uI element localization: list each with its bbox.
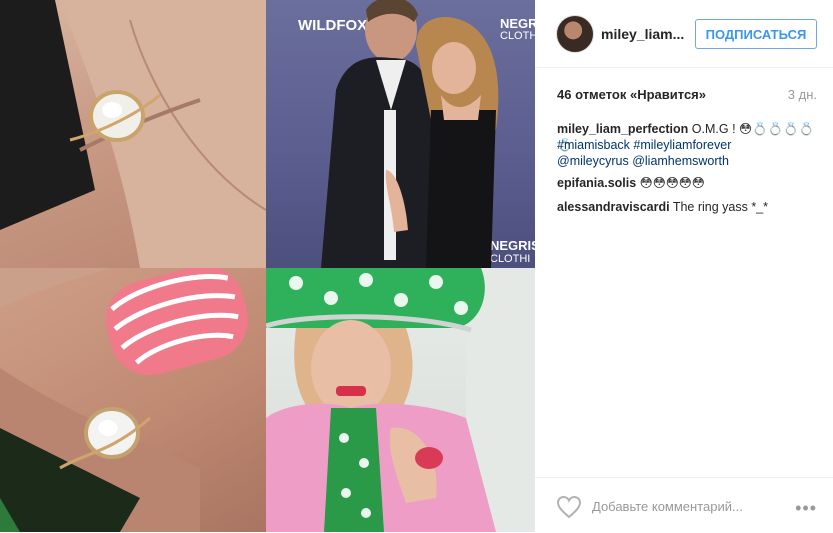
- likes-count[interactable]: 46 отметок «Нравится»: [557, 87, 706, 102]
- photo-couple-red-carpet: WILDFOX NEGRIS CLOTHI NEGRIS CLOTHI: [266, 0, 535, 268]
- heart-icon[interactable]: [556, 495, 582, 519]
- photo-ring-closeup-top: [0, 0, 266, 268]
- username-link[interactable]: miley_liam...: [601, 26, 684, 42]
- caption-mentions[interactable]: @mileycyrus @liamhemsworth: [557, 153, 819, 169]
- comment-username[interactable]: alessandraviscardi: [557, 200, 670, 214]
- post-footer: Добавьте комментарий... •••: [535, 477, 833, 533]
- comment-text: The ring yass *_*: [669, 200, 769, 214]
- comment-text: 😳😳😳😳😳: [636, 176, 705, 190]
- couple-illustration: [321, 0, 499, 268]
- comment-row: alessandraviscardi The ring yass *_*: [557, 199, 819, 215]
- post-sidebar: miley_liam... ПОДПИСАТЬСЯ 46 отметок «Нр…: [535, 0, 833, 532]
- ring-hand-illustration: [0, 0, 266, 268]
- more-options-icon[interactable]: •••: [795, 498, 817, 519]
- comment-row: epifania.solis 😳😳😳😳😳: [557, 175, 819, 191]
- ring-candy-illustration: [0, 268, 248, 532]
- comment-username[interactable]: miley_liam_perfection: [557, 122, 688, 136]
- follow-button[interactable]: ПОДПИСАТЬСЯ: [695, 19, 817, 49]
- caption-hashtags[interactable]: #miamisback #mileyliamforever: [557, 137, 819, 153]
- post-photo[interactable]: WILDFOX NEGRIS CLOTHI NEGRIS CLOTHI: [0, 0, 535, 532]
- green-hat-illustration: [266, 268, 535, 532]
- photo-ring-closeup-bottom: [0, 268, 266, 532]
- avatar[interactable]: [556, 15, 594, 53]
- post-header: miley_liam... ПОДПИСАТЬСЯ: [535, 0, 833, 68]
- photo-green-hat-selfie: [266, 268, 535, 532]
- post-timestamp[interactable]: 3 дн.: [788, 87, 817, 102]
- comment-username[interactable]: epifania.solis: [557, 176, 636, 190]
- add-comment-input[interactable]: Добавьте комментарий...: [592, 499, 743, 514]
